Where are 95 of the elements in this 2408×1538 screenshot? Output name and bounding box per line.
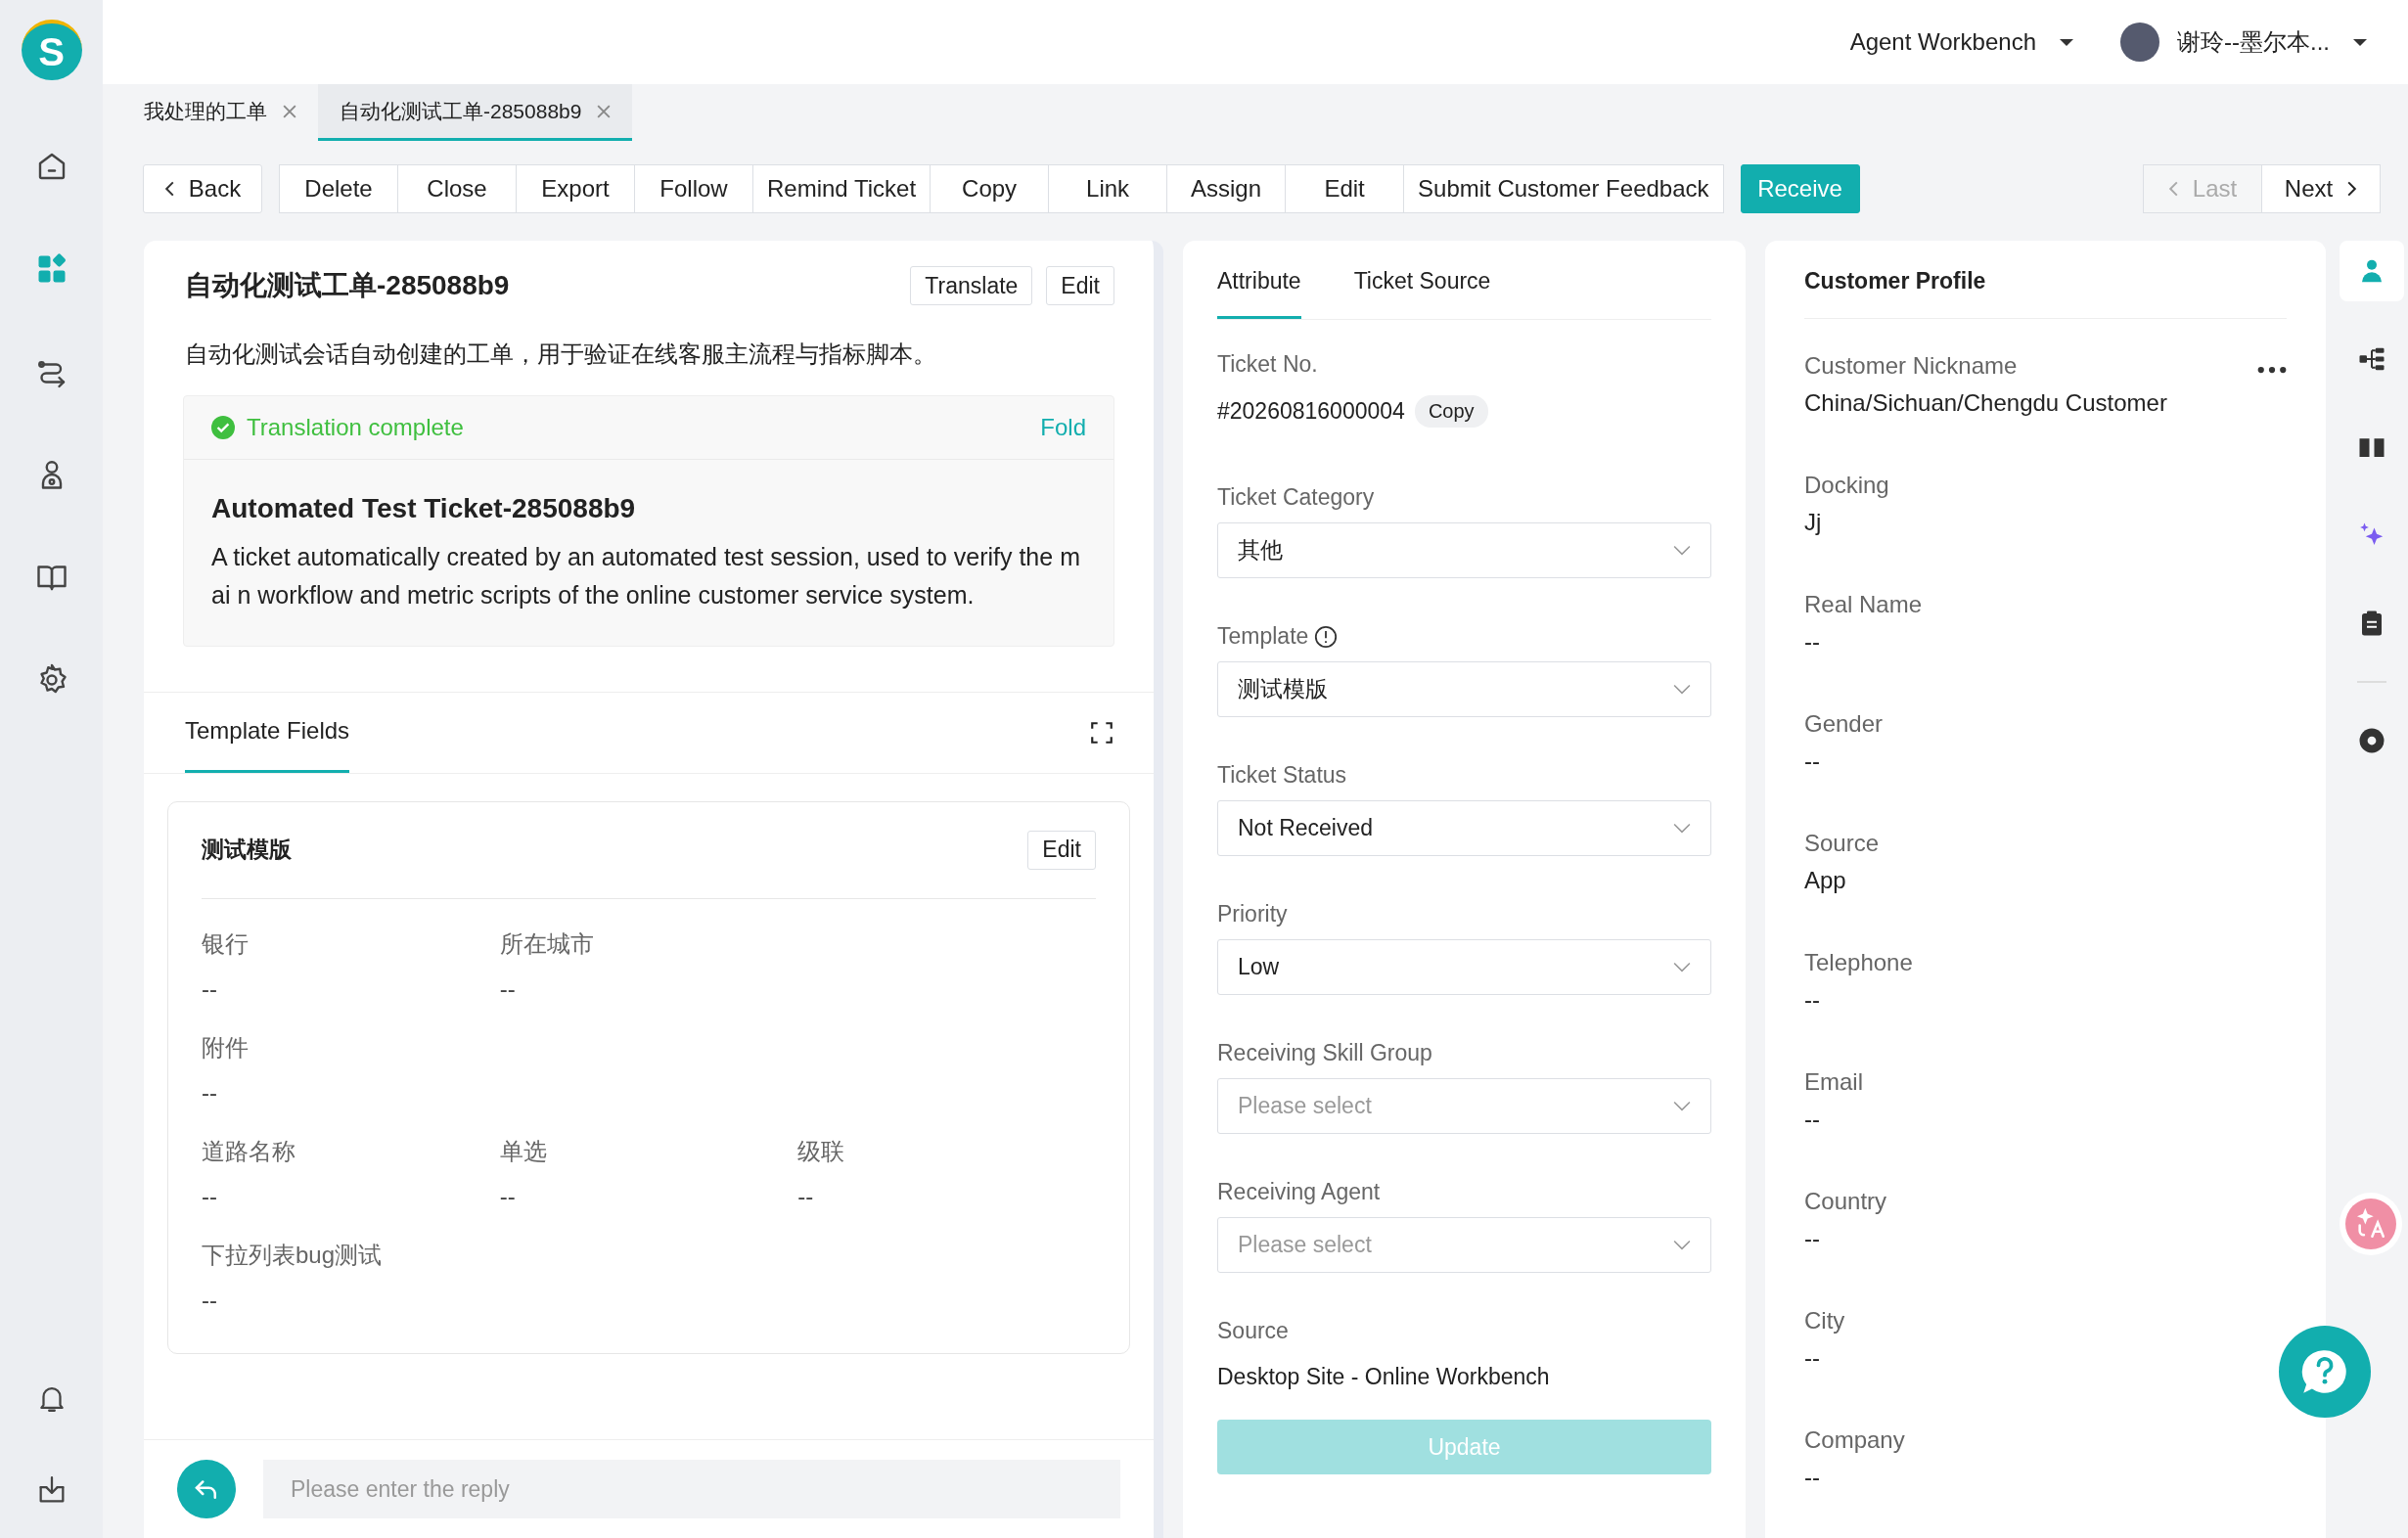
ticket-title: 自动化测试工单-285088b9 [185,269,511,302]
field-value: -- [797,1182,814,1210]
template-title: 测试模版 [202,836,292,864]
field-value: -- [202,1286,217,1314]
field-value: -- [202,1182,217,1210]
field-label: Priority [1217,901,1288,927]
chevron-left-icon [163,180,175,198]
translated-text: A ticket automatically created by an automated test session, used to verify the mai n workflow and metric scripts of the online customer service system. [211,542,1081,611]
field-label: City [1804,1307,1845,1334]
field-value: App [1804,867,1846,894]
field-value: -- [499,974,516,1003]
select-field[interactable]: Not Received [1217,800,1711,856]
field-value: Jj [1804,509,1822,536]
toolbar-button[interactable]: Export [516,164,635,213]
field-label: Real Name [1804,591,1923,618]
ticket-number: #20260816000004 [1217,398,1405,425]
field-label: Source [1804,830,1880,857]
edit-button[interactable]: Edit [1027,830,1096,870]
field-label: Ticket No. [1217,351,1319,378]
field-label: Email [1804,1068,1863,1096]
field-value: -- [1804,1225,1820,1252]
field-label: 下拉列表bug测试 [202,1240,383,1270]
field-value: -- [499,1182,516,1210]
field-label: 银行 [202,928,249,959]
template-fields-tab[interactable]: Template Fields [185,692,350,773]
toolbar-button[interactable]: Follow [634,164,753,213]
translate-button[interactable]: Translate [910,266,1033,305]
field-label: Docking [1804,472,1889,499]
chevron-down-icon [1673,961,1691,973]
field-value: -- [202,1078,217,1107]
field-label: Ticket Status [1217,762,1347,789]
toolbar-button[interactable]: Submit Customer Feedback [1403,164,1724,213]
field-label: 道路名称 [202,1136,295,1166]
page-tab[interactable]: 自动化测试工单-285088b9 [318,84,633,141]
toolbar-button[interactable]: Delete [279,164,398,213]
ticket-description: 自动化测试会话自动创建的工单，用于验证在线客服主流程与指标脚本。 [185,339,937,369]
select-field[interactable]: Low [1217,939,1711,995]
toolbar-button[interactable]: Copy [930,164,1050,213]
field-value: -- [1804,1344,1820,1372]
toolbar-button[interactable]: Edit [1285,164,1405,213]
field-value: -- [1804,747,1820,775]
chevron-down-icon [1673,544,1691,557]
reply-input[interactable]: Please enter the reply [263,1460,1120,1518]
reply-button[interactable] [177,1460,236,1518]
toolbar-button[interactable]: Assign [1166,164,1287,213]
chevron-down-icon [1673,683,1691,696]
field-label: Template [1217,623,1309,650]
panel-title: Customer Profile [1804,268,1986,294]
chevron-down-icon [1673,1239,1691,1251]
user-menu[interactable]: 谢玲--墨尔本... [2120,23,2367,62]
next-button[interactable]: Next [2261,164,2381,213]
copy-button[interactable]: Copy [1414,395,1488,428]
field-value: -- [1804,1464,1820,1491]
translation-status: Translation complete [247,414,465,441]
edit-button[interactable]: Edit [1046,266,1114,305]
field-label: Ticket Category [1217,484,1375,511]
chevron-down-icon [1673,822,1691,835]
field-label: Receiving Agent [1217,1179,1381,1205]
field-label: 所在城市 [499,928,594,959]
toolbar-button[interactable]: Remind Ticket [752,164,931,213]
panel-tab[interactable]: Ticket Source [1353,241,1491,319]
expand-icon[interactable] [1089,719,1114,746]
toolbar-button[interactable]: Close [397,164,517,213]
panel-tab[interactable]: Attribute [1217,241,1301,319]
chevron-down-icon [1673,1100,1691,1112]
chevron-left-icon [2167,180,2179,198]
field-value: -- [1804,986,1820,1014]
field-label: Customer Nickname [1804,352,2018,380]
field-value: Desktop Site - Online Workbench [1217,1364,1551,1390]
field-value: -- [1804,628,1820,656]
info-icon [1314,624,1339,649]
field-label: Company [1804,1426,1905,1454]
select-field[interactable]: 测试模版 [1217,661,1711,717]
toolbar-button[interactable]: Link [1048,164,1168,213]
field-label: Receiving Skill Group [1217,1040,1432,1066]
field-value: -- [1804,1106,1820,1133]
field-value: China/Sichuan/Chengdu Customer [1804,389,2167,417]
select-field[interactable]: 其他 [1217,522,1711,578]
field-label: Gender [1804,710,1884,738]
field-value: -- [202,974,217,1003]
field-label: Source [1217,1318,1290,1344]
field-label: 单选 [499,1136,547,1166]
close-icon[interactable] [597,104,612,118]
field-label: 附件 [202,1032,249,1063]
chevron-right-icon [2346,180,2358,198]
workspace-dropdown[interactable]: Agent Workbench [1849,28,2073,56]
more-icon[interactable] [2257,366,2287,374]
close-icon[interactable] [283,104,296,118]
field-label: Telephone [1804,949,1913,976]
field-label: Country [1804,1188,1887,1215]
back-button[interactable]: Back [143,164,262,213]
check-icon [211,416,235,439]
page-tab[interactable]: 我处理的工单 [122,84,318,141]
field-label: 级联 [797,1136,845,1166]
translated-title: Automated Test Ticket-285088b9 [211,493,637,524]
